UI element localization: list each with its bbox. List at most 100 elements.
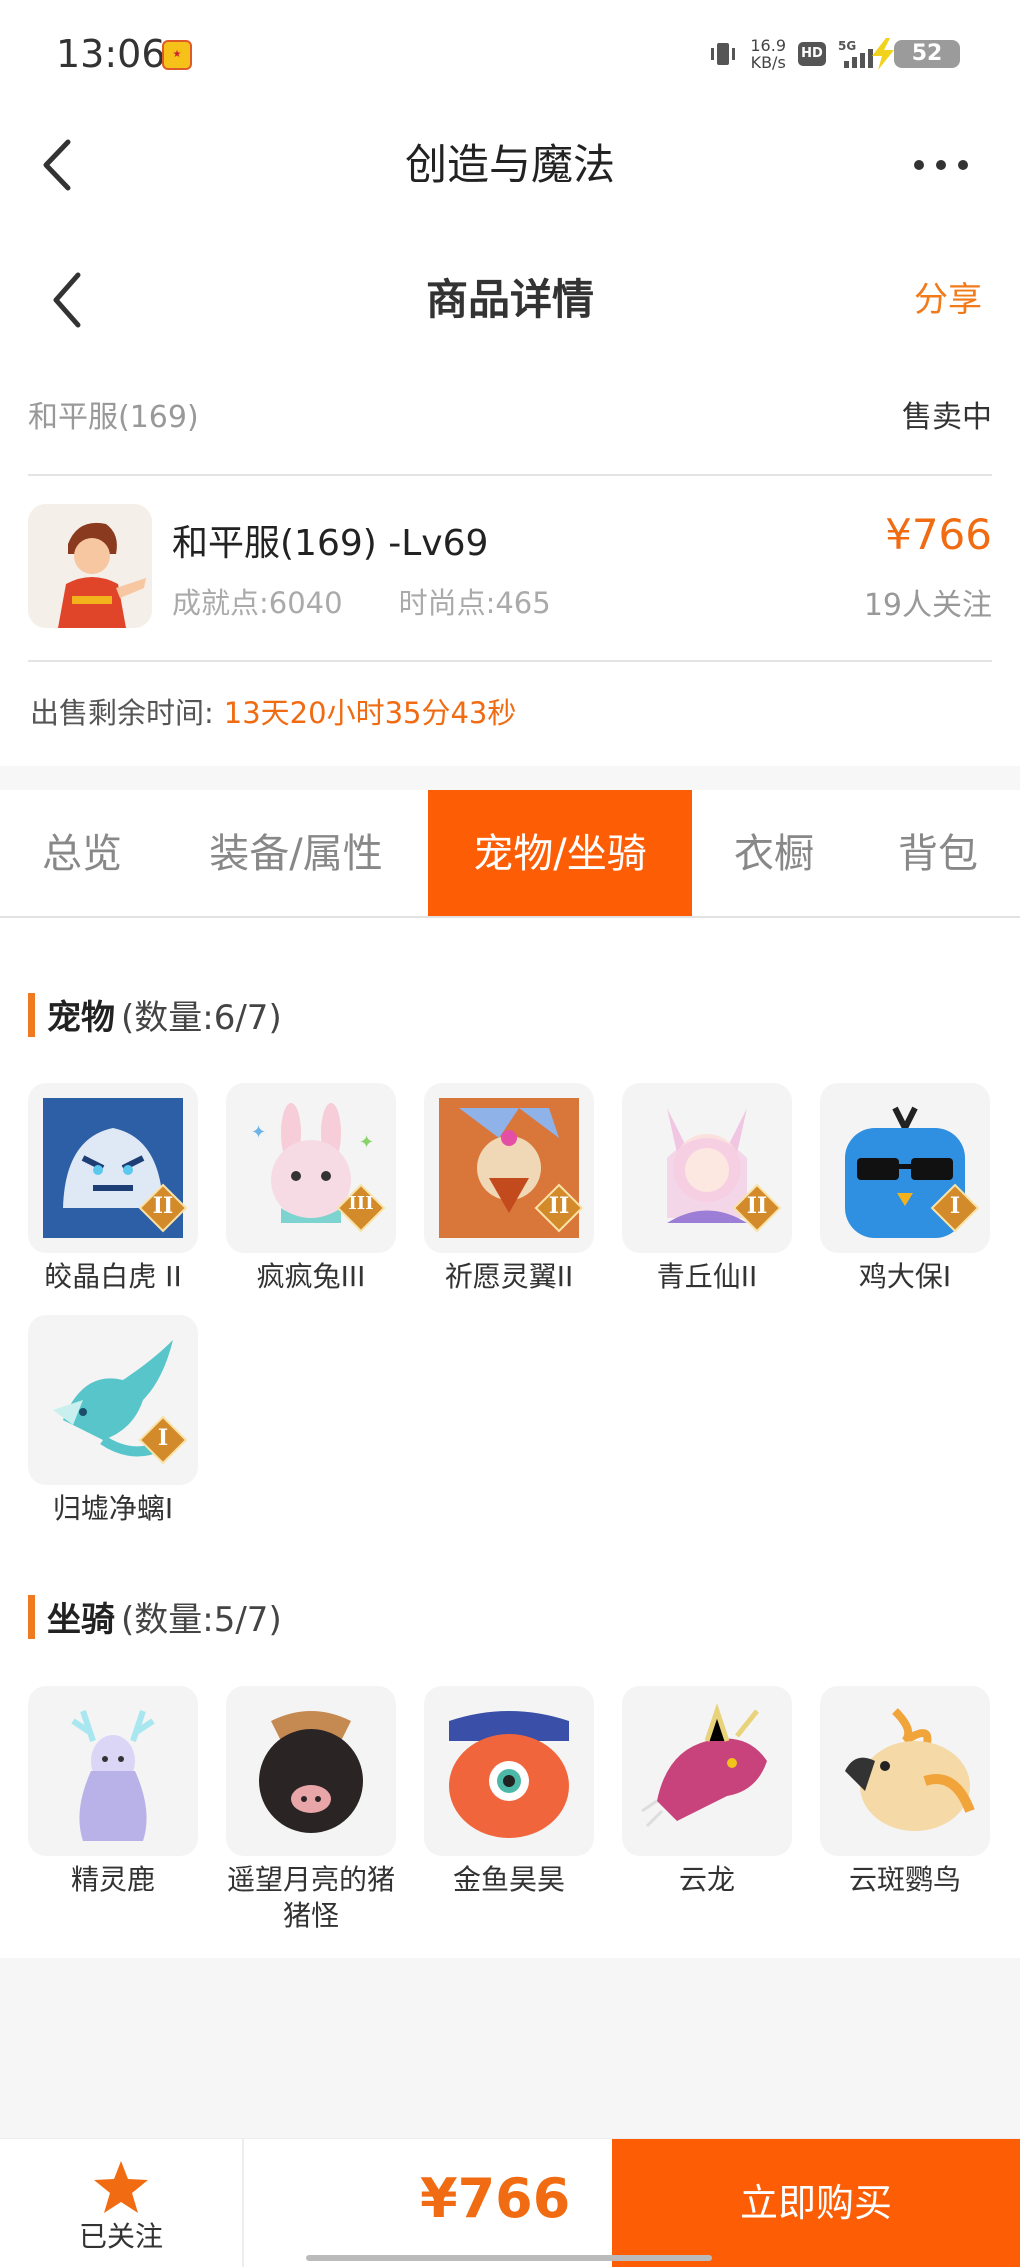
mount-item[interactable]: 精灵鹿 <box>28 1686 198 1898</box>
listing-header: 和平服(169) 售卖中 <box>28 380 992 476</box>
battery-icon: 52 <box>872 38 960 70</box>
follow-button[interactable]: 已关注 <box>0 2139 244 2267</box>
hd-icon: HD <box>798 42 826 66</box>
mount-name: 精灵鹿 <box>70 1863 155 1896</box>
app-header: 创造与魔法 <box>0 110 1020 240</box>
pet-item[interactable]: II 青丘仙II <box>622 1083 792 1295</box>
pet-name: 青丘仙II <box>656 1260 758 1293</box>
parrot-icon <box>845 1708 975 1831</box>
svg-text:✦: ✦ <box>251 1122 266 1143</box>
tab-pets-mounts[interactable]: 宠物/坐骑 <box>428 790 692 916</box>
section-marker <box>28 1594 35 1639</box>
net-speed-unit: KB/s <box>750 53 786 72</box>
net-speed: 16.9 KB/s <box>750 37 786 71</box>
buy-now-button[interactable]: 立即购买 <box>612 2139 1020 2267</box>
pet-thumb: ✦ ✦ III <box>226 1083 396 1253</box>
rank-badge: II <box>152 1193 174 1219</box>
pets-count: (数量:6/7) <box>121 998 282 1038</box>
mount-name: 金鱼昊昊 <box>452 1863 565 1896</box>
tab-overview[interactable]: 总览 <box>0 790 164 916</box>
mount-item[interactable]: 遥望月亮的猪猪怪 <box>226 1686 396 1934</box>
pet-item[interactable]: II 皎晶白虎 II <box>28 1083 198 1295</box>
pet-name: 鸡大保I <box>858 1260 952 1293</box>
sale-status: 售卖中 <box>902 400 992 435</box>
pets-title: 宠物 <box>47 998 115 1038</box>
mount-thumb <box>424 1686 594 1856</box>
status-bar: 13:06 ★ 16.9 KB/s HD 5G 52 <box>0 0 1020 110</box>
mounts-section-title: 坐骑 (数量:5/7) <box>28 1592 282 1641</box>
tab-bar: 总览 装备/属性 宠物/坐骑 衣橱 背包 <box>0 790 1020 918</box>
character-icon <box>28 504 152 628</box>
server-name: 和平服(169) <box>28 400 199 435</box>
remaining-label: 出售剩余时间: <box>30 696 214 730</box>
pet-thumb: II <box>424 1083 594 1253</box>
mount-name: 云龙 <box>678 1863 735 1896</box>
cloud-dragon-icon <box>641 1703 767 1828</box>
tab-wardrobe[interactable]: 衣橱 <box>692 790 856 916</box>
svg-text:✦: ✦ <box>359 1132 374 1153</box>
rank-badge: I <box>157 1425 169 1451</box>
share-button[interactable]: 分享 <box>914 260 982 340</box>
star-icon <box>94 2161 148 2213</box>
app-notification-icon: ★ <box>162 40 192 70</box>
rank-badge: II <box>548 1193 570 1219</box>
mount-item[interactable]: 云龙 <box>622 1686 792 1898</box>
fashion-points: 时尚点:465 <box>398 586 551 620</box>
mount-name: 遥望月亮的猪猪怪 <box>226 1863 395 1932</box>
mount-item[interactable]: 云斑鹦鸟 <box>820 1686 990 1898</box>
mount-thumb <box>226 1686 396 1856</box>
pet-item[interactable]: ✦ ✦ III 疯疯兔III <box>226 1083 396 1295</box>
pet-item[interactable]: I 鸡大保I <box>820 1083 990 1295</box>
deer-icon <box>71 1710 155 1841</box>
pet-name: 疯疯兔III <box>256 1260 366 1293</box>
mounts-title: 坐骑 <box>47 1600 115 1640</box>
pet-item[interactable]: II 祈愿灵翼II <box>424 1083 594 1295</box>
vibrate-icon <box>711 43 736 65</box>
remaining-value: 13天20小时35分43秒 <box>223 696 517 730</box>
listing-stats: 成就点:6040 时尚点:465 <box>172 580 551 622</box>
rank-badge: I <box>949 1193 961 1219</box>
net-speed-value: 16.9 <box>750 36 786 55</box>
app-title: 创造与魔法 <box>404 140 615 189</box>
tab-equipment[interactable]: 装备/属性 <box>164 790 428 916</box>
more-icon[interactable] <box>906 145 976 185</box>
battery-level: 52 <box>911 41 943 66</box>
mount-name: 云斑鹦鸟 <box>848 1863 961 1896</box>
rank-badge: III <box>348 1193 374 1214</box>
follower-count: 19人关注 <box>863 588 992 623</box>
rank-badge: II <box>746 1193 768 1219</box>
pet-thumb: II <box>28 1083 198 1253</box>
pet-item[interactable]: I 归墟净螭I <box>28 1315 198 1527</box>
page-spacer <box>0 1958 1020 2138</box>
listing-summary[interactable]: 和平服(169) -Lv69 成就点:6040 时尚点:465 ¥766 19人… <box>28 476 992 662</box>
bottom-price: ¥766 <box>420 2167 571 2230</box>
tab-backpack[interactable]: 背包 <box>856 790 1020 916</box>
pet-name: 祈愿灵翼II <box>444 1260 574 1293</box>
pet-thumb: I <box>28 1315 198 1485</box>
pig-icon <box>259 1711 363 1833</box>
section-marker <box>28 992 35 1037</box>
pet-thumb: II <box>622 1083 792 1253</box>
mounts-count: (数量:5/7) <box>121 1600 282 1640</box>
listing-name: 和平服(169) -Lv69 <box>172 523 489 564</box>
follow-label: 已关注 <box>78 2220 163 2253</box>
svg-text:5G: 5G <box>838 39 856 53</box>
status-time: 13:06 <box>56 32 166 76</box>
listing-price: ¥766 <box>885 510 992 559</box>
achievement-points: 成就点:6040 <box>172 586 343 620</box>
page-title: 商品详情 <box>425 275 594 324</box>
mount-item[interactable]: 金鱼昊昊 <box>424 1686 594 1898</box>
mount-thumb <box>622 1686 792 1856</box>
pet-name: 皎晶白虎 II <box>44 1260 182 1293</box>
mount-thumb <box>28 1686 198 1856</box>
goldfish-icon <box>449 1711 569 1838</box>
charging-bolt-icon <box>872 38 894 70</box>
character-avatar <box>28 504 152 628</box>
pets-section-title: 宠物 (数量:6/7) <box>28 990 282 1039</box>
bottom-action-bar: 已关注 ¥766 立即购买 <box>0 2138 1020 2267</box>
divider <box>0 766 1020 790</box>
home-indicator[interactable] <box>306 2255 712 2261</box>
mount-thumb <box>820 1686 990 1856</box>
remaining-time: 出售剩余时间: 13天20小时35分43秒 <box>30 690 516 732</box>
pet-name: 归墟净螭I <box>52 1492 174 1525</box>
